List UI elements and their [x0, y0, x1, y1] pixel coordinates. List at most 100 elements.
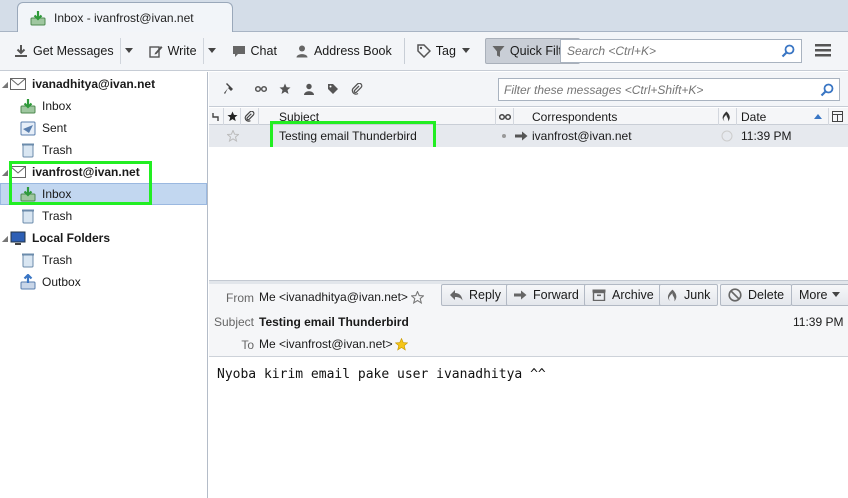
forward-arrow-icon	[514, 290, 527, 300]
tag-icon[interactable]	[327, 83, 339, 95]
chevron-down-icon	[207, 48, 216, 54]
contact-icon[interactable]	[303, 83, 315, 95]
from-label: From	[226, 291, 254, 305]
trash-icon	[20, 208, 36, 224]
junk-status-icon[interactable]	[721, 125, 733, 147]
chat-label: Chat	[250, 44, 277, 58]
chevron-down-icon	[461, 48, 470, 54]
junk-button[interactable]: Junk	[659, 284, 719, 306]
reply-label: Reply	[469, 288, 501, 302]
filter-messages-input[interactable]	[504, 82, 820, 97]
column-date-label: Date	[741, 109, 767, 124]
folder-label: Sent	[42, 121, 67, 135]
star-filled-icon[interactable]	[394, 337, 408, 351]
column-attachment[interactable]	[241, 108, 259, 125]
tab-inbox[interactable]: Inbox - ivanfrost@ivan.net	[17, 2, 233, 33]
reply-button[interactable]: Reply	[441, 284, 509, 306]
envelope-icon	[10, 78, 26, 90]
unread-filter-icon[interactable]	[255, 85, 267, 93]
star-icon[interactable]	[279, 83, 291, 95]
star-icon	[227, 111, 238, 122]
quick-filter-bar	[209, 72, 848, 107]
flame-icon	[722, 111, 731, 122]
pin-icon[interactable]	[223, 82, 237, 96]
to-value[interactable]: Me <ivanfrost@ivan.net>	[259, 337, 408, 351]
folder-inbox-ivanadhitya[interactable]: Inbox	[0, 95, 207, 117]
row-date: 11:39 PM	[741, 129, 792, 143]
folder-trash-ivanfrost[interactable]: Trash	[0, 205, 207, 227]
address-book-button[interactable]: Address Book	[289, 38, 398, 64]
message-body: Nyoba kirim email pake user ivanadhitya …	[209, 358, 848, 498]
sent-folder-icon	[20, 120, 36, 136]
from-address: Me <ivanadhitya@ivan.net>	[259, 290, 408, 304]
flame-icon	[667, 289, 678, 302]
toolbar-separator	[403, 38, 405, 64]
get-messages-label: Get Messages	[33, 44, 114, 58]
write-dropdown[interactable]	[202, 38, 220, 64]
account-label: ivanadhitya@ivan.net	[32, 77, 156, 91]
download-icon	[14, 44, 28, 58]
column-junk[interactable]	[719, 108, 737, 125]
forward-button[interactable]: Forward	[506, 284, 587, 306]
highlight-box-account	[9, 161, 152, 205]
folder-trash-local[interactable]: Trash	[0, 249, 207, 271]
archive-box-icon	[592, 289, 606, 301]
column-correspondents[interactable]: Correspondents	[514, 108, 719, 125]
funnel-icon	[492, 45, 505, 58]
thread-pane-empty-area	[209, 147, 848, 280]
paperclip-icon[interactable]	[351, 83, 363, 95]
folder-label: Trash	[42, 143, 73, 157]
more-button[interactable]: More	[791, 284, 848, 306]
folder-account-ivanadhitya[interactable]: ◢ ivanadhitya@ivan.net	[0, 73, 207, 95]
global-search-box[interactable]	[560, 39, 802, 63]
trash-icon	[20, 252, 36, 268]
expand-triangle-icon[interactable]: ◢	[0, 80, 10, 89]
no-entry-icon	[728, 288, 742, 302]
to-label: To	[241, 338, 254, 352]
arrow-right-icon	[515, 131, 528, 141]
chat-bubble-icon	[232, 44, 246, 58]
read-status-dot-icon[interactable]	[499, 125, 509, 147]
to-address: Me <ivanfrost@ivan.net>	[259, 337, 393, 351]
archive-button[interactable]: Archive	[584, 284, 662, 306]
inbox-icon	[30, 10, 46, 26]
chat-button[interactable]: Chat	[226, 38, 283, 64]
tab-title: Inbox - ivanfrost@ivan.net	[54, 11, 194, 25]
tag-icon	[417, 44, 431, 58]
from-value[interactable]: Me <ivanadhitya@ivan.net>	[259, 290, 424, 304]
row-correspondent-label: ivanfrost@ivan.net	[532, 129, 632, 143]
column-star[interactable]	[224, 108, 241, 125]
filter-messages-box[interactable]	[498, 78, 840, 101]
reply-arrow-icon	[449, 289, 463, 301]
folder-label: Trash	[42, 253, 73, 267]
expand-triangle-icon[interactable]: ◢	[0, 234, 10, 243]
write-button[interactable]: Write	[143, 38, 203, 64]
search-icon[interactable]	[781, 44, 795, 58]
address-book-label: Address Book	[313, 44, 392, 58]
app-menu-icon[interactable]	[814, 42, 832, 58]
star-outline-icon[interactable]	[410, 290, 424, 304]
folder-label: Inbox	[42, 99, 72, 113]
delete-label: Delete	[748, 288, 785, 302]
column-date[interactable]: Date	[737, 108, 829, 125]
folder-outbox-local[interactable]: Outbox	[0, 271, 207, 293]
delete-button[interactable]: Delete	[720, 284, 793, 306]
outbox-icon	[20, 274, 36, 290]
folder-trash-ivanadhitya[interactable]: Trash	[0, 139, 207, 161]
tag-button[interactable]: Tag	[411, 38, 481, 64]
column-picker[interactable]	[829, 108, 848, 125]
column-unread[interactable]	[496, 108, 514, 125]
get-messages-button[interactable]: Get Messages	[8, 38, 120, 64]
computer-icon	[10, 231, 26, 246]
row-star-icon[interactable]	[227, 125, 241, 147]
message-date: 11:39 PM	[793, 315, 844, 329]
global-search-input[interactable]	[567, 44, 781, 58]
folder-sent-ivanadhitya[interactable]: Sent	[0, 117, 207, 139]
write-label: Write	[167, 44, 197, 58]
junk-label: Junk	[684, 288, 711, 302]
unread-icon	[499, 113, 511, 121]
column-thread[interactable]	[209, 108, 224, 125]
search-icon[interactable]	[820, 83, 834, 97]
folder-local-folders[interactable]: ◢ Local Folders	[0, 227, 207, 249]
get-messages-dropdown[interactable]	[119, 38, 137, 64]
